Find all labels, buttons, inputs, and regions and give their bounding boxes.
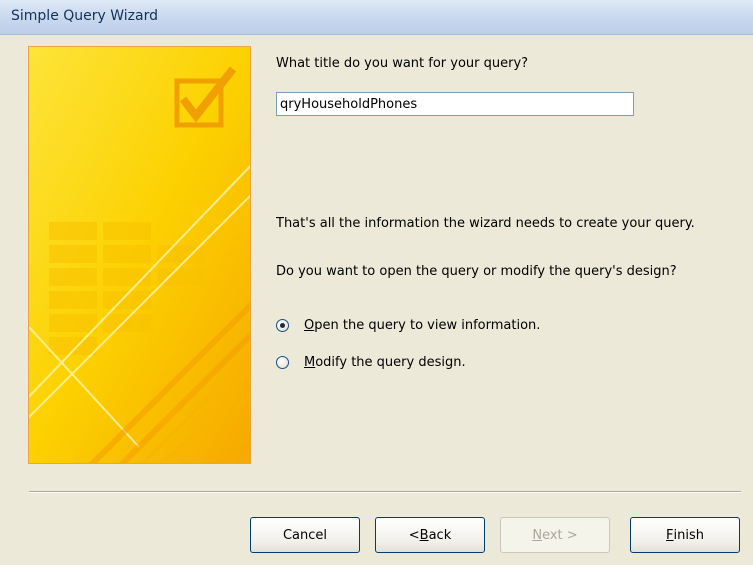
modify-design-radio[interactable] — [276, 356, 289, 369]
checkbox-check-icon — [29, 47, 250, 463]
title-question: What title do you want for your query? — [276, 56, 529, 71]
title-bar: Simple Query Wizard — [0, 0, 753, 35]
next-button[interactable]: Next > — [500, 517, 610, 553]
open-query-radio[interactable] — [276, 319, 289, 332]
finish-button[interactable]: Finish — [630, 517, 740, 553]
info-text: That's all the information the wizard ne… — [276, 216, 695, 231]
modify-design-option[interactable]: Modify the query design. — [276, 355, 466, 370]
open-query-option[interactable]: Open the query to view information. — [276, 318, 540, 333]
window-title: Simple Query Wizard — [11, 8, 158, 24]
modify-design-label: Modify the query design. — [304, 355, 466, 370]
back-button[interactable]: < Back — [375, 517, 485, 553]
query-title-input[interactable] — [276, 92, 634, 116]
button-separator — [29, 491, 741, 493]
open-modify-question: Do you want to open the query or modify … — [276, 264, 677, 279]
wizard-illustration — [28, 46, 251, 464]
cancel-button[interactable]: Cancel — [250, 517, 360, 553]
open-query-label: Open the query to view information. — [304, 318, 541, 333]
